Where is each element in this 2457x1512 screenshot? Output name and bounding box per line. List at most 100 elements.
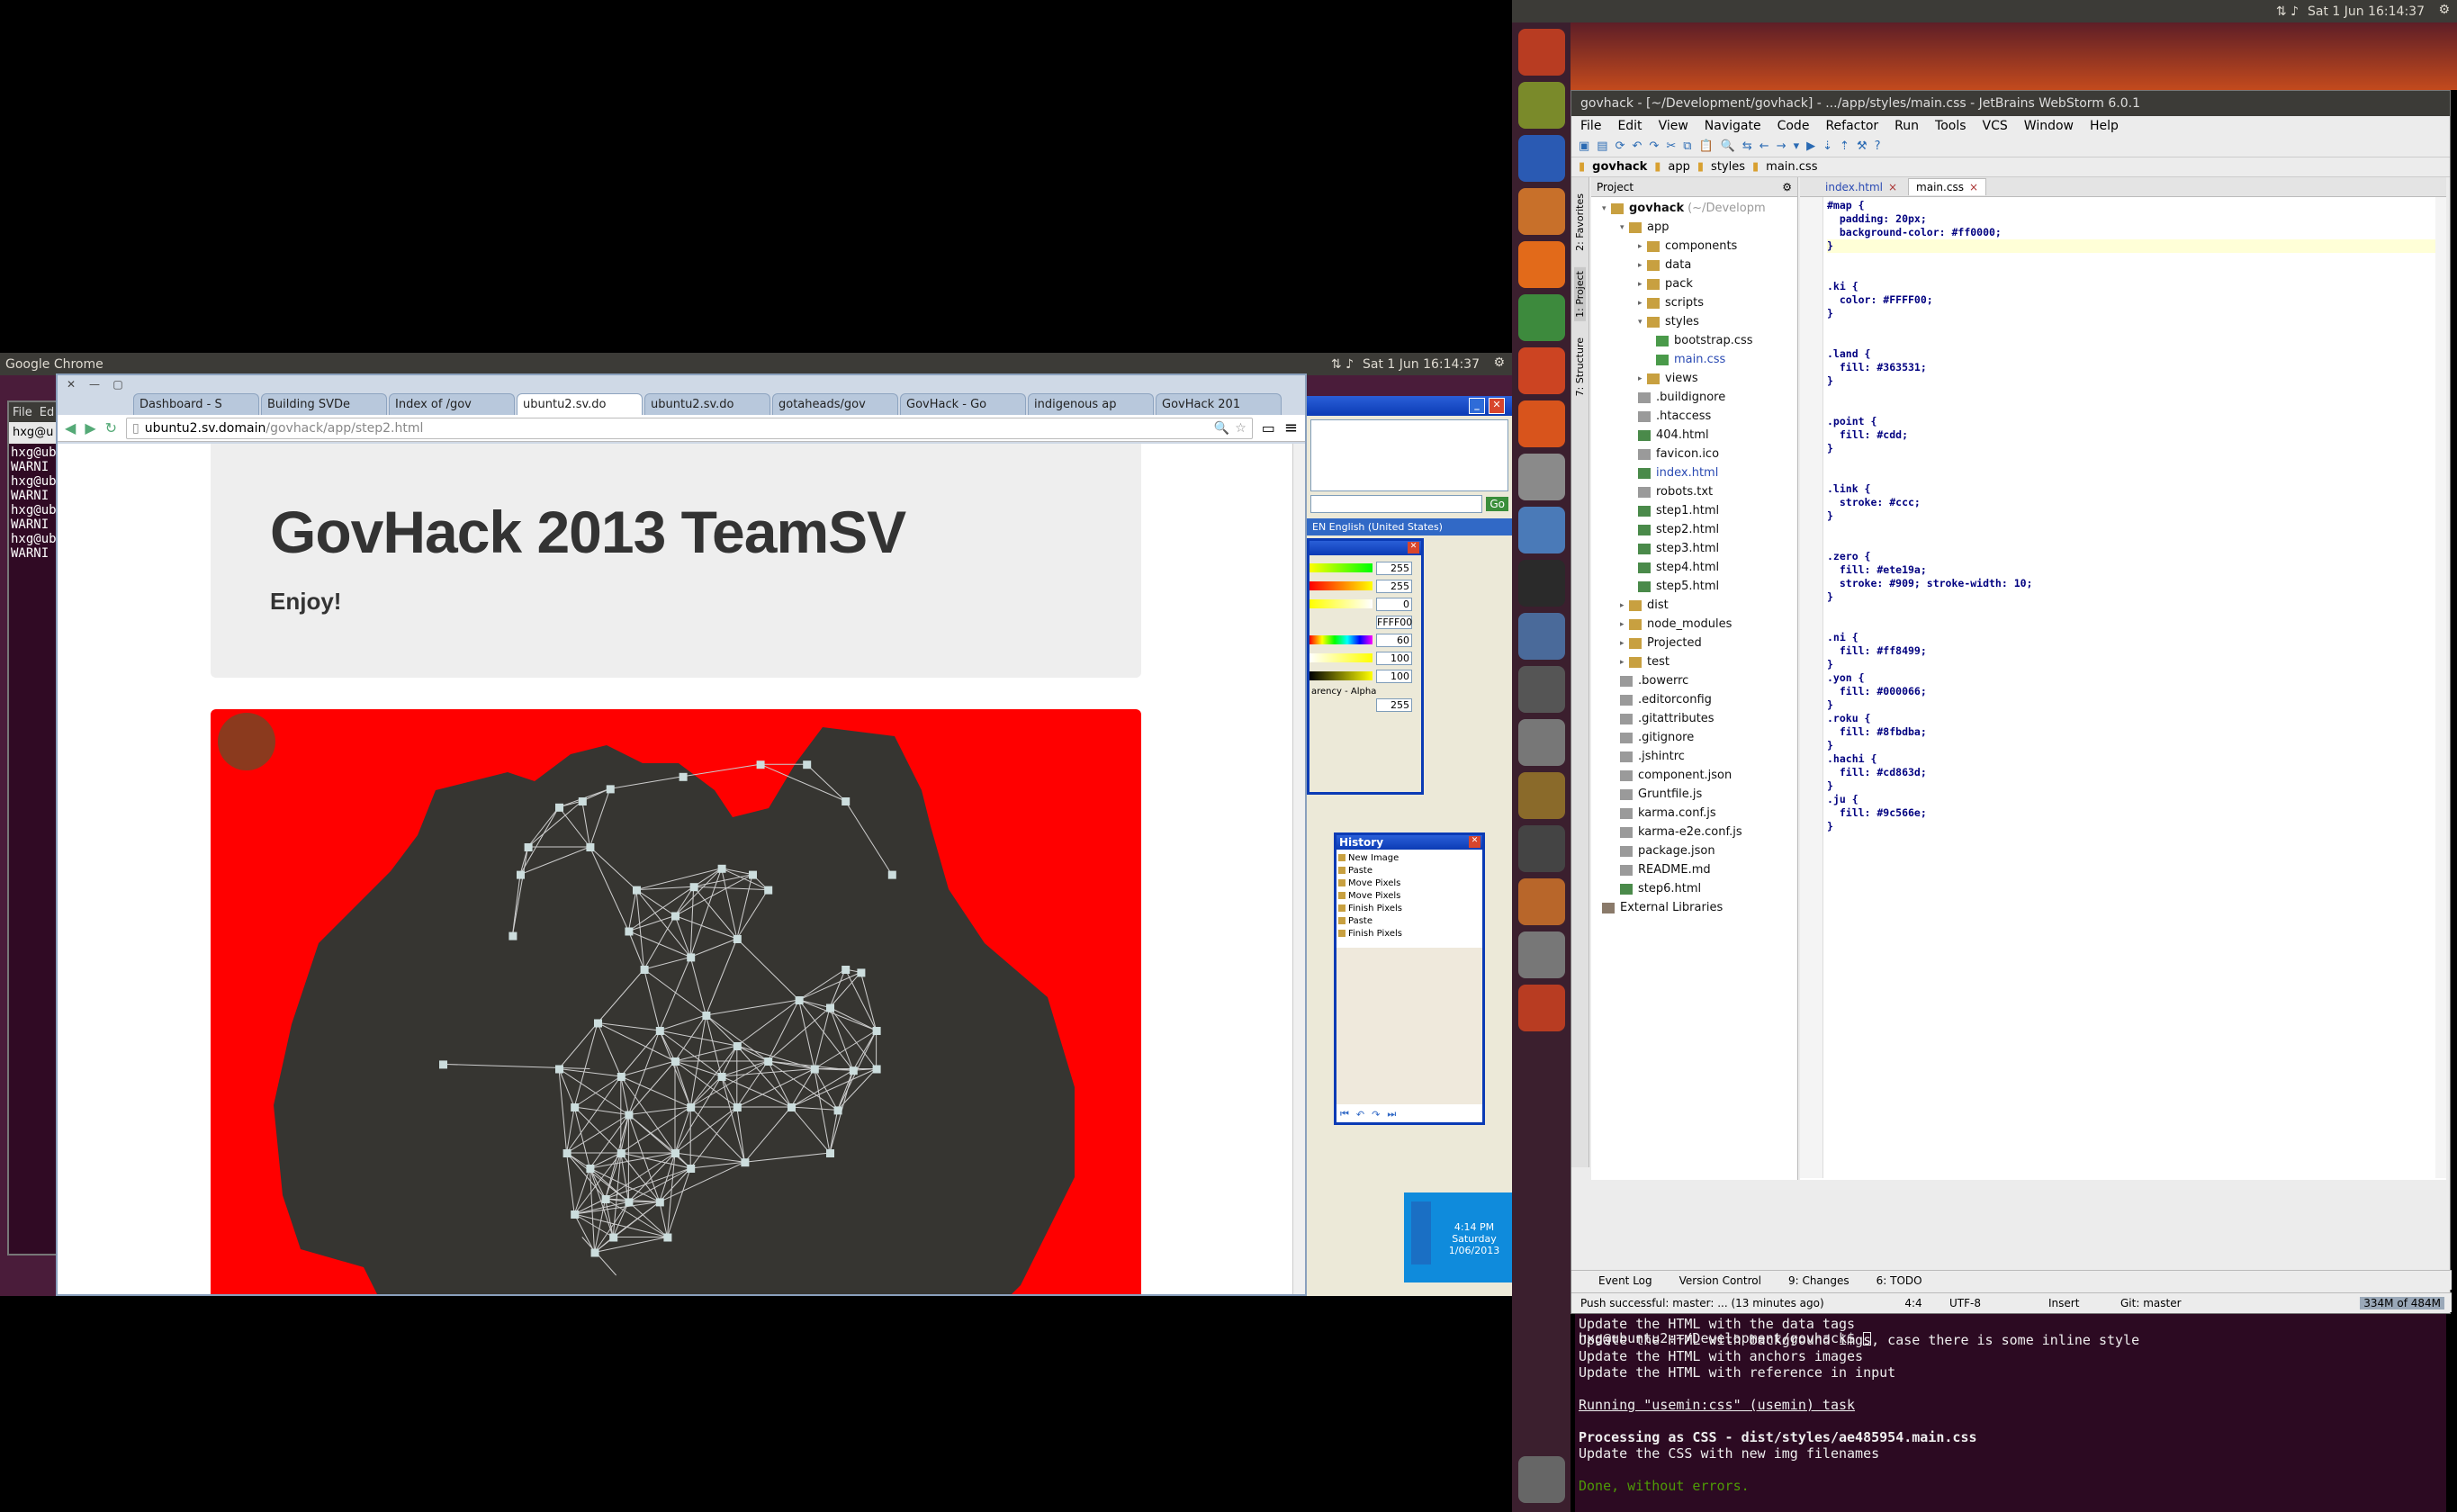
code-line[interactable]: }	[1827, 658, 2435, 671]
color-value[interactable]: FFFF00	[1376, 615, 1412, 629]
network-point[interactable]	[687, 1103, 696, 1112]
expand-arrow-icon[interactable]: ▾	[1638, 318, 1647, 327]
project-tree-item[interactable]: karma-e2e.conf.js	[1591, 823, 1797, 842]
code-line[interactable]: fill: #ff8499;	[1827, 644, 2435, 658]
project-tree-item[interactable]: External Libraries	[1591, 898, 1797, 917]
network-point[interactable]	[671, 912, 680, 921]
expand-arrow-icon[interactable]: ▸	[1638, 242, 1647, 251]
minimize-button[interactable]: _	[1469, 398, 1485, 414]
firefox-icon[interactable]	[1518, 241, 1565, 288]
code-line[interactable]: }	[1827, 779, 2435, 793]
menu-help[interactable]: Help	[2090, 119, 2119, 133]
project-tree-item[interactable]: README.md	[1591, 860, 1797, 879]
project-tree-item[interactable]: ▸ node_modules	[1591, 615, 1797, 634]
project-tree-item[interactable]: karma.conf.js	[1591, 804, 1797, 823]
menu-file[interactable]: File	[13, 406, 32, 419]
project-panel[interactable]: Project ⚙ ▾ govhack (~/Developm ▾ app ▸ compon…	[1591, 177, 1798, 1180]
window-icon[interactable]	[1518, 719, 1565, 766]
run-icon[interactable]: ▶	[1806, 140, 1815, 153]
code-line[interactable]: color: #FFFF00;	[1827, 293, 2435, 307]
menu-refactor[interactable]: Refactor	[1825, 119, 1878, 133]
network-point[interactable]	[687, 953, 696, 962]
browser-tab[interactable]: indigenous ap	[1028, 393, 1154, 415]
network-point[interactable]	[586, 843, 595, 851]
help-icon[interactable]	[1518, 985, 1565, 1031]
indicator-icons[interactable]: ⇅ ♪	[2276, 4, 2299, 19]
menu-window[interactable]: Window	[2024, 119, 2074, 133]
cut-icon[interactable]: ✂	[1666, 140, 1676, 153]
network-point[interactable]	[571, 1210, 580, 1219]
clock[interactable]: Sat 1 Jun 16:14:37	[1363, 357, 1480, 372]
network-point[interactable]	[578, 797, 587, 806]
project-tree-item[interactable]: ▾ govhack (~/Developm	[1591, 199, 1797, 218]
code-line[interactable]: .ni {	[1827, 631, 2435, 644]
files-icon[interactable]	[1518, 188, 1565, 235]
terminal-tab[interactable]: hxg@u	[9, 422, 59, 444]
redo-icon[interactable]: ↷	[1649, 140, 1659, 153]
code-line[interactable]: }	[1827, 374, 2435, 388]
undo-icon[interactable]: ↶	[1356, 1109, 1364, 1120]
network-point[interactable]	[571, 1103, 580, 1112]
close-button[interactable]: ✕	[1489, 398, 1505, 414]
project-tree-item[interactable]: index.html	[1591, 464, 1797, 482]
project-tree-item[interactable]: ▸ Projected	[1591, 634, 1797, 652]
color-value[interactable]: 255	[1376, 561, 1412, 575]
code-line[interactable]: fill: #363531;	[1827, 361, 2435, 374]
code-line[interactable]	[1827, 536, 2435, 550]
back-icon[interactable]: ←	[1760, 140, 1769, 153]
network-point[interactable]	[625, 1111, 634, 1120]
expand-arrow-icon[interactable]: ▸	[1638, 280, 1647, 289]
expand-arrow-icon[interactable]: ▸	[1620, 601, 1629, 610]
system-settings-icon[interactable]	[1518, 454, 1565, 500]
nut-icon[interactable]	[1518, 825, 1565, 872]
network-point[interactable]	[717, 864, 726, 873]
breadcrumb-item[interactable]: app	[1668, 160, 1689, 174]
editor-scroll-marks[interactable]	[2435, 197, 2446, 1178]
reload-icon[interactable]: ↻	[105, 419, 117, 436]
pidgin-icon[interactable]	[1518, 135, 1565, 182]
menu-vcs[interactable]: VCS	[1983, 119, 2008, 133]
address-box[interactable]	[1310, 495, 1483, 513]
close-icon[interactable]: ✕	[1408, 542, 1419, 554]
code-line[interactable]: fill: #000066;	[1827, 685, 2435, 698]
project-tree-item[interactable]: step6.html	[1591, 879, 1797, 898]
project-tree-item[interactable]: .editorconfig	[1591, 690, 1797, 709]
software-center-icon[interactable]	[1518, 347, 1565, 394]
network-point[interactable]	[764, 886, 773, 895]
color-slider[interactable]	[1310, 581, 1372, 590]
network-point[interactable]	[633, 886, 641, 895]
tool-window-tab[interactable]: 9: Changes	[1788, 1274, 1850, 1287]
color-slider[interactable]	[1310, 635, 1372, 644]
code-line[interactable]	[1827, 469, 2435, 482]
menu-view[interactable]: View	[1659, 119, 1688, 133]
replace-icon[interactable]: ⇆	[1742, 140, 1752, 153]
trash-icon[interactable]	[1518, 1456, 1565, 1503]
open-icon[interactable]: ▣	[1579, 140, 1589, 153]
expand-arrow-icon[interactable]: ▸	[1638, 261, 1647, 270]
expand-arrow-icon[interactable]: ▸	[1620, 658, 1629, 667]
network-point[interactable]	[601, 1195, 610, 1203]
code-line[interactable]: padding: 20px;	[1827, 212, 2435, 226]
project-tree-item[interactable]: ▸ dist	[1591, 596, 1797, 615]
gear-icon[interactable]: ⚙	[2438, 3, 2450, 17]
network-point[interactable]	[590, 1248, 599, 1257]
network-point[interactable]	[439, 1060, 447, 1069]
code-line[interactable]: fill: #9c566e;	[1827, 806, 2435, 820]
project-tree-item[interactable]: robots.txt	[1591, 482, 1797, 501]
network-point[interactable]	[702, 1012, 711, 1020]
network-point[interactable]	[833, 1106, 842, 1115]
expand-arrow-icon[interactable]: ▾	[1602, 204, 1611, 213]
breadcrumb-item[interactable]: main.css	[1766, 160, 1817, 174]
side-tab[interactable]: 1: Project	[1574, 266, 1586, 321]
browser-tab[interactable]: Building SVDe	[261, 393, 387, 415]
project-tree-item[interactable]: step2.html	[1591, 520, 1797, 539]
back-icon[interactable]: ◀	[65, 419, 76, 436]
code-line[interactable]: .hachi {	[1827, 752, 2435, 766]
project-tree-item[interactable]: main.css	[1591, 350, 1797, 369]
project-tree-item[interactable]: step1.html	[1591, 501, 1797, 520]
project-tree-item[interactable]: bootstrap.css	[1591, 331, 1797, 350]
browser-tab[interactable]: ubuntu2.sv.do	[644, 393, 770, 415]
copy-icon[interactable]: ⧉	[1683, 140, 1691, 153]
scrollbar[interactable]	[1292, 444, 1305, 1294]
code-line[interactable]: .yon {	[1827, 671, 2435, 685]
